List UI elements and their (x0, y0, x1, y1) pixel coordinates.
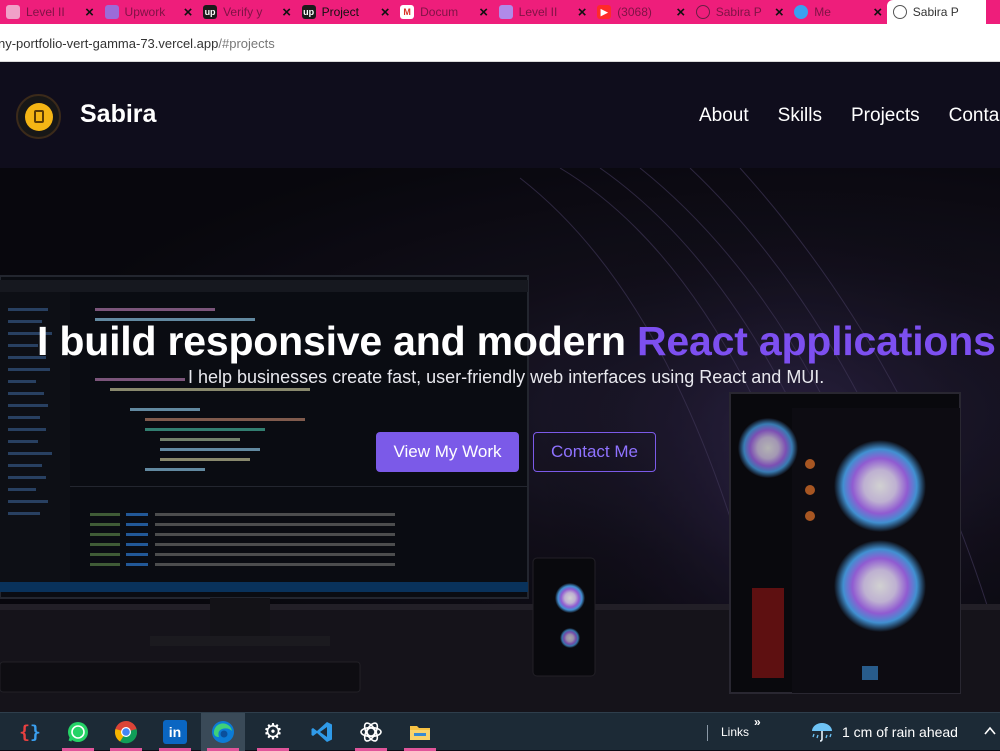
browser-tab[interactable]: Me × (788, 0, 887, 24)
linkedin-icon: in (163, 720, 187, 744)
url-host: ny-portfolio-vert-gamma-73.vercel.app (0, 36, 219, 51)
logo-badge-icon (24, 102, 53, 131)
tab-title: Project (321, 5, 359, 19)
browser-tab-strip: Level II × Upwork × up Verify y × up Pro… (0, 0, 1000, 24)
youtube-icon: ▶ (597, 5, 612, 19)
view-my-work-button[interactable]: View My Work (376, 432, 519, 472)
browser-tab[interactable]: Level II × (493, 0, 592, 24)
nav-contact[interactable]: Contact (949, 105, 1000, 127)
taskbar-app-settings[interactable]: ⚙ (251, 713, 295, 751)
nav-about[interactable]: About (699, 105, 749, 127)
chevron-up-icon[interactable] (982, 723, 998, 739)
hero-heading-accent: React applications (637, 318, 996, 364)
tab-strip-edge (986, 0, 1000, 24)
url-path: /#projects (218, 36, 275, 51)
tab-title: Level II (26, 5, 65, 19)
browser-tab-active[interactable]: Sabira P × (886, 0, 1000, 24)
taskbar-app-chatgpt[interactable] (349, 713, 393, 751)
tab-title: Me (814, 5, 831, 19)
tab-title: (3068) (617, 5, 652, 19)
taskbar-app-linkedin[interactable]: in (153, 713, 197, 751)
file-explorer-icon (408, 720, 432, 744)
tab-title: Docum (420, 5, 459, 19)
browser-tab[interactable]: ▶ (3068) × (591, 0, 690, 24)
close-icon[interactable]: × (475, 4, 493, 21)
upwork-icon: up (301, 5, 316, 19)
browser-tab[interactable]: M Docum × (394, 0, 493, 24)
edge-icon (211, 720, 235, 744)
address-bar[interactable]: ny-portfolio-vert-gamma-73.vercel.app/#p… (0, 24, 1000, 62)
tab-title: Upwork (124, 5, 166, 19)
hero-section: I build responsive and modern React appl… (0, 168, 1000, 712)
tray-separator (707, 725, 708, 741)
chrome-icon (114, 720, 138, 744)
close-icon[interactable]: × (81, 4, 99, 21)
links-expand-chevron[interactable]: » (754, 715, 761, 729)
browser-tab[interactable]: Sabira P × (690, 0, 789, 24)
browser-tab[interactable]: Level II × (0, 0, 99, 24)
upwork-icon (104, 5, 119, 19)
gmail-icon: M (400, 5, 415, 19)
site-header: Sabira About Skills Projects Contact (0, 62, 1000, 168)
nav-skills[interactable]: Skills (778, 105, 822, 127)
whatsapp-icon (66, 720, 90, 744)
taskbar-app-edge[interactable] (201, 713, 245, 751)
tab-title: Verify y (223, 5, 263, 19)
close-icon[interactable]: × (869, 4, 887, 21)
tab-title: Sabira P (715, 5, 762, 19)
close-icon[interactable]: × (573, 4, 591, 21)
weather-status[interactable]: 1 cm of rain ahead (842, 724, 958, 740)
upwork-icon: up (203, 5, 218, 19)
close-icon[interactable]: × (770, 4, 788, 21)
hero-subheading: I help businesses create fast, user-frie… (188, 367, 825, 387)
settings-icon: ⚙ (263, 719, 283, 744)
taskbar: {} in ⚙ Links » 1 cm of rain ahead (0, 712, 1000, 751)
globe-icon (892, 5, 907, 19)
apps-icon (794, 5, 809, 19)
taskbar-app-whatsapp[interactable] (56, 713, 100, 751)
browser-tab[interactable]: up Verify y × (197, 0, 296, 24)
browser-tab[interactable]: up Project × (296, 0, 395, 24)
hero-heading-plain: I build responsive and modern (37, 318, 637, 364)
document-icon (6, 5, 20, 19)
vscode-icon (310, 720, 334, 744)
chatgpt-icon (359, 720, 383, 744)
hero-heading: I build responsive and modern React appl… (37, 318, 996, 365)
nav-projects[interactable]: Projects (851, 105, 920, 127)
close-icon[interactable]: × (278, 4, 296, 21)
globe-icon (695, 5, 710, 19)
browser-tab[interactable]: Upwork × (99, 0, 198, 24)
logo[interactable] (16, 94, 61, 139)
taskbar-app-vscode[interactable] (300, 713, 344, 751)
contact-me-button[interactable]: Contact Me (533, 432, 656, 472)
taskbar-app-file-explorer[interactable] (398, 713, 442, 751)
close-icon[interactable]: × (376, 4, 394, 21)
umbrella-rain-icon[interactable] (810, 720, 834, 744)
tab-title: Sabira P (912, 5, 959, 19)
dev-tools-icon: {} (19, 721, 41, 743)
taskbar-app-devtools[interactable]: {} (8, 713, 52, 751)
close-icon[interactable]: × (179, 4, 197, 21)
main-nav: About Skills Projects Contact (699, 105, 1000, 127)
links-toolbar[interactable]: Links (721, 725, 749, 739)
document-icon (498, 5, 513, 19)
brand-name[interactable]: Sabira (80, 100, 156, 129)
close-icon[interactable]: × (672, 4, 690, 21)
taskbar-app-chrome[interactable] (104, 713, 148, 751)
address-url[interactable]: ny-portfolio-vert-gamma-73.vercel.app/#p… (0, 36, 275, 51)
tab-title: Level II (518, 5, 558, 19)
